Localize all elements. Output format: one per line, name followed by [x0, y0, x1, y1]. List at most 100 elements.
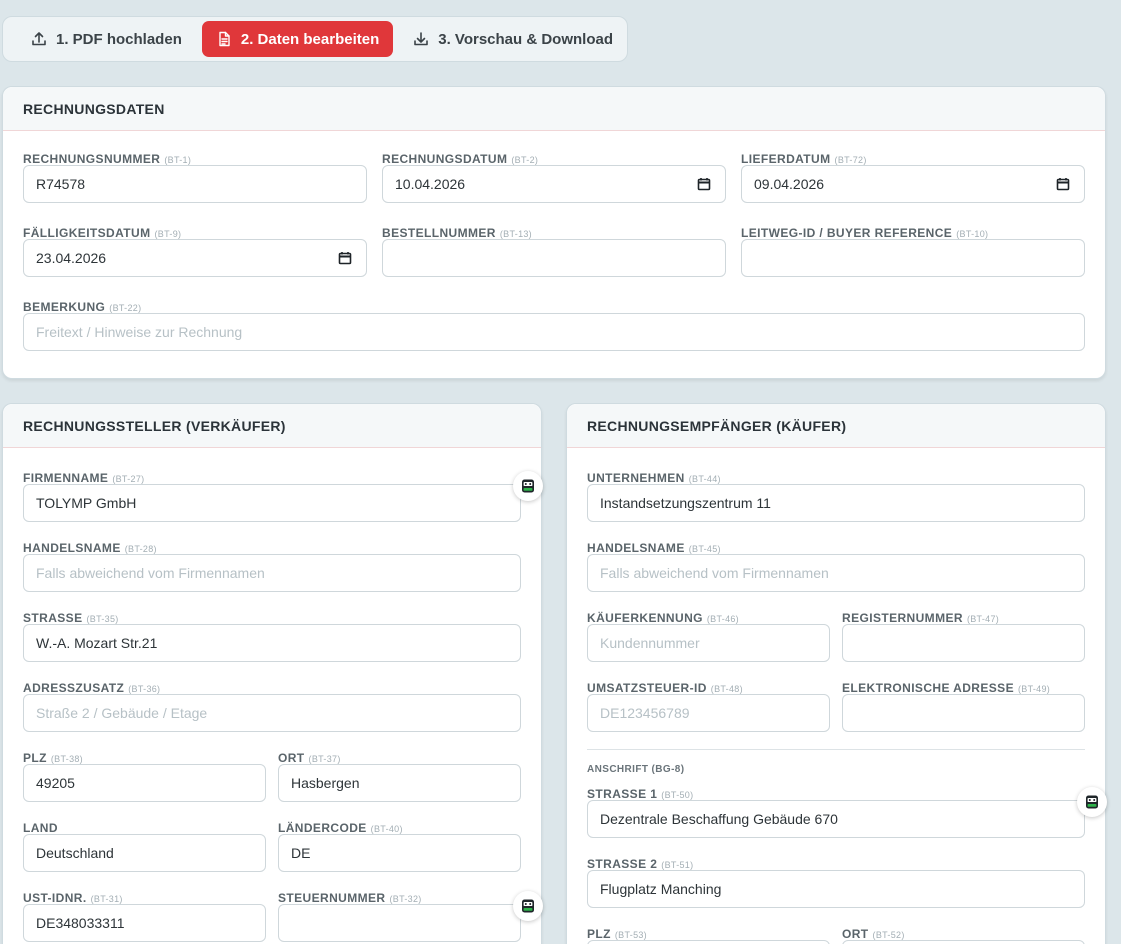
buyer-street2-input[interactable]: Flugplatz Manching [587, 870, 1085, 908]
seller-trade-name-input[interactable]: Falls abweichend vom Firmennamen [23, 554, 521, 592]
invoice-date-value: 10.04.2026 [395, 176, 466, 192]
seller-title: RECHNUNGSSTELLER (VERKÄUFER) [3, 404, 541, 448]
seller-country-code-label: LÄNDERCODE (BT-40) [278, 821, 403, 835]
seller-city-field: ORT (BT-37) Hasbergen [278, 751, 521, 802]
delivery-date-input[interactable]: 09.04.2026 [741, 165, 1085, 203]
buyer-city-field: ORT (BT-52) [842, 927, 1085, 944]
seller-zip-input[interactable]: 49205 [23, 764, 266, 802]
download-icon [414, 32, 429, 46]
step-edit-tab[interactable]: 2. Daten bearbeiten [201, 21, 394, 57]
seller-tax-number-label: STEUERNUMMER (BT-32) [278, 891, 422, 905]
step-navigation: 1. PDF hochladen 2. Daten bearbeiten 3. … [2, 16, 628, 62]
buyer-street2-field: STRASSE 2 (BT-51) Flugplatz Manching [587, 857, 1085, 908]
step-upload-tab[interactable]: 1. PDF hochladen [17, 21, 196, 57]
calendar-icon[interactable] [697, 177, 711, 191]
order-number-label: BESTELLNUMMER (BT-13) [382, 226, 532, 240]
note-field: BEMERKUNG (BT-22) Freitext / Hinweise zur… [23, 300, 1085, 351]
order-number-input[interactable] [382, 239, 726, 277]
invoice-number-label: RECHNUNGSNUMMER (BT-1) [23, 152, 192, 166]
buyer-vat-label: UMSATZSTEUER-ID (BT-48) [587, 681, 743, 695]
buyer-eaddress-input[interactable] [842, 694, 1085, 732]
step-download-tab[interactable]: 3. Vorschau & Download [399, 21, 627, 57]
buyer-eaddress-label: ELEKTRONISCHE ADRESSE (BT-49) [842, 681, 1051, 695]
seller-address-extra-label: ADRESSZUSATZ (BT-36) [23, 681, 161, 695]
buyer-vat-input[interactable]: DE123456789 [587, 694, 830, 732]
address-divider [587, 749, 1085, 750]
seller-vat-input[interactable]: DE348033311 [23, 904, 266, 942]
seller-address-extra-input[interactable]: Straße 2 / Gebäude / Etage [23, 694, 521, 732]
bot-assistant-button[interactable] [513, 891, 543, 921]
step-upload-label: 1. PDF hochladen [56, 30, 182, 48]
upload-icon [32, 32, 46, 46]
seller-company-label: FIRMENNAME (BT-27) [23, 471, 145, 485]
due-date-label: FÄLLIGKEITSDATUM (BT-9) [23, 226, 182, 240]
buyer-id-input[interactable]: Kundennummer [587, 624, 830, 662]
invoice-number-input[interactable]: R74578 [23, 165, 367, 203]
seller-country-field: LAND Deutschland [23, 821, 266, 872]
buyer-title: RECHNUNGSEMPFÄNGER (KÄUFER) [567, 404, 1105, 448]
buyer-company-field: UNTERNEHMEN (BT-44) Instandsetzungszentru… [587, 471, 1085, 522]
seller-vat-field: UST-IDNR. (BT-31) DE348033311 [23, 891, 266, 942]
calendar-icon[interactable] [338, 251, 352, 265]
bot-assistant-button[interactable] [1077, 787, 1107, 817]
robot-icon [1086, 795, 1098, 809]
invoice-data-title: RECHNUNGSDATEN [3, 87, 1105, 131]
invoice-data-card: RECHNUNGSDATEN RECHNUNGSNUMMER (BT-1) R74… [2, 86, 1106, 379]
buyer-zip-label: PLZ (BT-53) [587, 927, 647, 941]
seller-city-label: ORT (BT-37) [278, 751, 341, 765]
address-section-heading: ANSCHRIFT (BG-8) [587, 764, 685, 775]
due-date-value: 23.04.2026 [36, 250, 107, 266]
buyer-register-field: REGISTERNUMMER (BT-47) [842, 611, 1085, 662]
buyer-id-field: KÄUFERKENNUNG (BT-46) Kundennummer [587, 611, 830, 662]
buyer-street1-label: STRASSE 1 (BT-50) [587, 787, 694, 801]
due-date-field: FÄLLIGKEITSDATUM (BT-9) 23.04.2026 [23, 226, 367, 277]
buyer-register-label: REGISTERNUMMER (BT-47) [842, 611, 1000, 625]
calendar-icon[interactable] [1056, 177, 1070, 191]
invoice-date-input[interactable]: 10.04.2026 [382, 165, 726, 203]
leitweg-id-label: LEITWEG-ID / BUYER REFERENCE (BT-10) [741, 226, 989, 240]
note-input[interactable]: Freitext / Hinweise zur Rechnung [23, 313, 1085, 351]
step-download-label: 3. Vorschau & Download [438, 30, 613, 48]
seller-country-input[interactable]: Deutschland [23, 834, 266, 872]
robot-icon [522, 899, 534, 913]
buyer-eaddress-field: ELEKTRONISCHE ADRESSE (BT-49) [842, 681, 1085, 732]
seller-company-field: FIRMENNAME (BT-27) TOLYMP GmbH [23, 471, 521, 522]
leitweg-id-input[interactable] [741, 239, 1085, 277]
buyer-street1-field: STRASSE 1 (BT-50) Dezentrale Beschaffung … [587, 787, 1085, 838]
buyer-register-input[interactable] [842, 624, 1085, 662]
buyer-street1-input[interactable]: Dezentrale Beschaffung Gebäude 670 [587, 800, 1085, 838]
buyer-id-label: KÄUFERKENNUNG (BT-46) [587, 611, 739, 625]
due-date-input[interactable]: 23.04.2026 [23, 239, 367, 277]
seller-tax-number-field: STEUERNUMMER (BT-32) [278, 891, 521, 942]
buyer-trade-name-field: HANDELSNAME (BT-45) Falls abweichend vom … [587, 541, 1085, 592]
seller-tax-number-input[interactable] [278, 904, 521, 942]
delivery-date-label: LIEFERDATUM (BT-72) [741, 152, 867, 166]
buyer-vat-field: UMSATZSTEUER-ID (BT-48) DE123456789 [587, 681, 830, 732]
seller-country-code-field: LÄNDERCODE (BT-40) DE [278, 821, 521, 872]
seller-trade-name-field: HANDELSNAME (BT-28) Falls abweichend vom … [23, 541, 521, 592]
seller-street-label: STRASSE (BT-35) [23, 611, 119, 625]
order-number-field: BESTELLNUMMER (BT-13) [382, 226, 726, 277]
buyer-company-label: UNTERNEHMEN (BT-44) [587, 471, 721, 485]
robot-icon [522, 479, 534, 493]
bot-assistant-button[interactable] [513, 471, 543, 501]
seller-city-input[interactable]: Hasbergen [278, 764, 521, 802]
seller-address-extra-field: ADRESSZUSATZ (BT-36) Straße 2 / Gebäude /… [23, 681, 521, 732]
seller-card: RECHNUNGSSTELLER (VERKÄUFER) FIRMENNAME(… [2, 403, 542, 944]
buyer-street2-label: STRASSE 2 (BT-51) [587, 857, 694, 871]
buyer-zip-input[interactable] [587, 940, 830, 944]
seller-street-field: STRASSE (BT-35) W.-A. Mozart Str.21 [23, 611, 521, 662]
delivery-date-value: 09.04.2026 [754, 176, 825, 192]
seller-country-code-input[interactable]: DE [278, 834, 521, 872]
buyer-city-input[interactable] [842, 940, 1085, 944]
seller-zip-label: PLZ (BT-38) [23, 751, 83, 765]
leitweg-id-field: LEITWEG-ID / BUYER REFERENCE (BT-10) [741, 226, 1085, 277]
seller-country-label: LAND [23, 821, 58, 835]
seller-company-input[interactable]: TOLYMP GmbH [23, 484, 521, 522]
buyer-company-input[interactable]: Instandsetzungszentrum 11 [587, 484, 1085, 522]
buyer-trade-name-input[interactable]: Falls abweichend vom Firmennamen [587, 554, 1085, 592]
buyer-zip-field: PLZ (BT-53) [587, 927, 830, 944]
buyer-city-label: ORT (BT-52) [842, 927, 905, 941]
seller-street-input[interactable]: W.-A. Mozart Str.21 [23, 624, 521, 662]
invoice-date-field: RECHNUNGSDATUM (BT-2) 10.04.2026 [382, 152, 726, 203]
